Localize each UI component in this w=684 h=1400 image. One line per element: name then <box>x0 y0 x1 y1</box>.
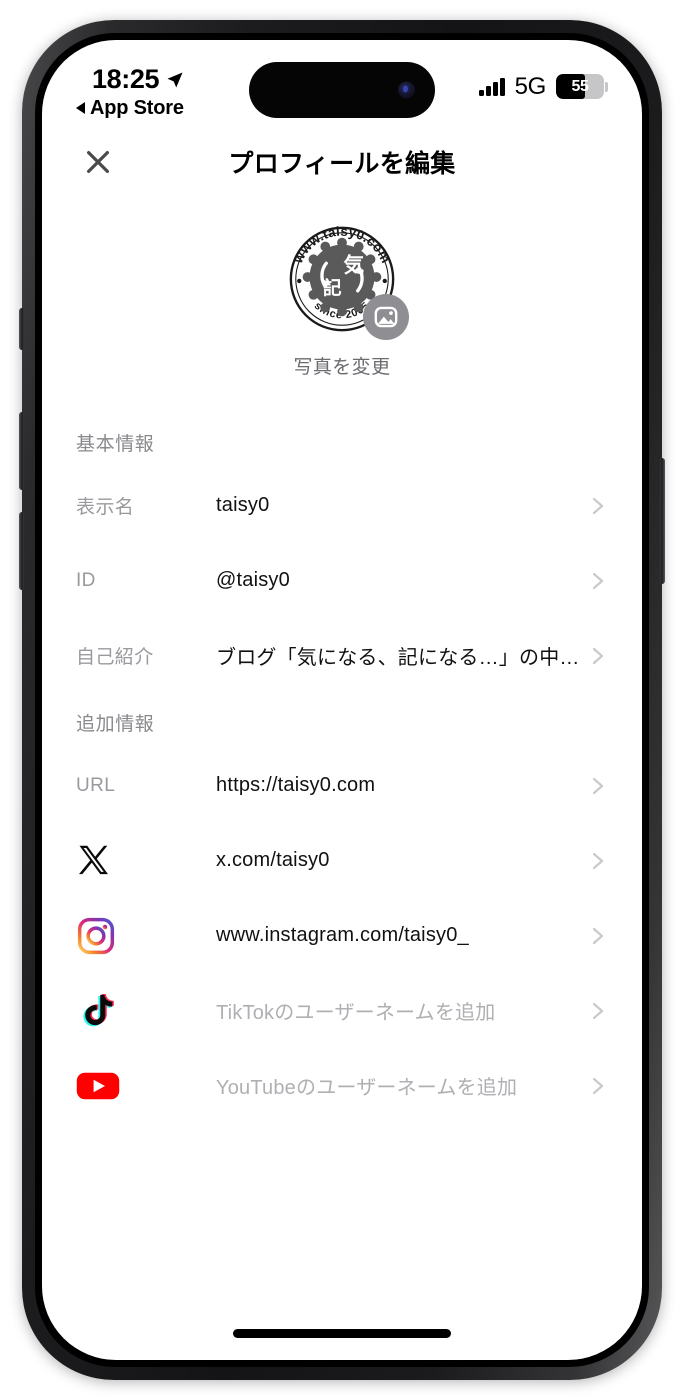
chevron-right-icon <box>584 494 608 518</box>
chevron-right-icon <box>584 774 608 798</box>
svg-text:気: 気 <box>343 253 364 277</box>
row-x-twitter[interactable]: x.com/taisy0 <box>76 823 608 898</box>
chevron-right-icon <box>584 999 608 1023</box>
section-heading-additional: 追加情報 <box>76 714 155 735</box>
row-value: TikTokのユーザーネームを追加 <box>216 1002 496 1024</box>
row-icon-slot <box>76 1070 216 1102</box>
row-user-id[interactable]: ID @taisy0 <box>76 543 608 618</box>
row-icon-slot <box>76 842 216 880</box>
close-x-icon <box>87 151 109 173</box>
row-url[interactable]: URL https://taisy0.com <box>76 748 608 823</box>
row-bio[interactable]: 自己紹介 ブログ「気になる、記になる…」の中の人 <box>76 618 608 693</box>
section-heading-basic: 基本情報 <box>76 434 155 455</box>
status-time-group: 18:25 <box>92 66 185 93</box>
row-value: @taisy0 <box>216 569 290 591</box>
row-icon-slot <box>76 991 216 1031</box>
avatar-section: www.taisy0.com since 2005 <box>42 220 642 379</box>
avatar-wrapper[interactable]: www.taisy0.com since 2005 <box>283 220 409 340</box>
photo-camera-icon <box>374 306 398 328</box>
location-arrow-icon <box>167 72 183 87</box>
screenshot-stage: 18:25 App Store 5G 55 プロフィールを編集 www.tais… <box>0 0 684 1400</box>
row-tiktok[interactable]: TikTokのユーザーネームを追加 <box>76 973 608 1048</box>
chevron-right-icon <box>584 924 608 948</box>
youtube-logo-icon <box>76 1072 120 1099</box>
battery-indicator: 55 <box>556 74 608 99</box>
battery-percent-label: 55 <box>571 77 589 95</box>
chevron-right-icon <box>584 569 608 593</box>
profile-form-list: 基本情報 表示名 taisy0 ID @taisy0 自己紹介 ブログ「気になる… <box>42 413 642 1123</box>
device-bezel: 18:25 App Store 5G 55 プロフィールを編集 www.tais… <box>35 33 649 1367</box>
row-label: ID <box>76 569 96 591</box>
change-photo-label[interactable]: 写真を変更 <box>293 352 390 379</box>
row-label: 自己紹介 <box>76 647 154 668</box>
chevron-right-icon <box>584 849 608 873</box>
change-photo-badge[interactable] <box>363 294 409 340</box>
dynamic-island[interactable] <box>249 62 435 118</box>
row-value: taisy0 <box>216 494 270 516</box>
row-display-name[interactable]: 表示名 taisy0 <box>76 468 608 543</box>
row-value: https://taisy0.com <box>216 774 376 796</box>
row-icon-slot <box>76 916 216 956</box>
home-indicator-bar[interactable] <box>233 1329 451 1338</box>
status-bar-left: 18:25 App Store <box>76 66 185 118</box>
row-value: ブログ「気になる、記になる…」の中の人 <box>216 647 584 669</box>
row-label: 表示名 <box>76 497 135 518</box>
chevron-right-icon <box>584 644 608 668</box>
back-triangle-icon <box>76 102 85 114</box>
back-app-label: App Store <box>90 97 184 119</box>
row-value: www.instagram.com/taisy0_ <box>216 924 469 946</box>
phone-screen: 18:25 App Store 5G 55 プロフィールを編集 www.tais… <box>42 40 642 1360</box>
battery-tip <box>605 81 608 92</box>
x-logo-icon <box>79 845 108 874</box>
volume-up-button[interactable] <box>19 412 24 490</box>
front-camera-icon <box>398 81 415 99</box>
status-bar-right: 5G 55 <box>479 66 608 99</box>
close-button[interactable] <box>76 140 120 184</box>
volume-down-button[interactable] <box>19 512 24 590</box>
instagram-logo-icon <box>77 917 115 954</box>
row-value: x.com/taisy0 <box>216 849 330 871</box>
action-button[interactable] <box>19 308 24 350</box>
battery-body: 55 <box>556 74 604 99</box>
iphone-device-frame: 18:25 App Store 5G 55 プロフィールを編集 www.tais… <box>19 20 665 1380</box>
row-youtube[interactable]: YouTubeのユーザーネームを追加 <box>76 1048 608 1123</box>
status-time: 18:25 <box>92 64 160 94</box>
chevron-right-icon <box>584 1074 608 1098</box>
page-title: プロフィールを編集 <box>228 150 456 178</box>
back-to-app-store-link[interactable]: App Store <box>76 98 184 118</box>
row-value: YouTubeのユーザーネームを追加 <box>216 1077 518 1099</box>
signal-bars-icon <box>479 77 505 96</box>
row-label: URL <box>76 774 116 796</box>
row-instagram[interactable]: www.instagram.com/taisy0_ <box>76 898 608 973</box>
tiktok-logo-icon <box>83 993 114 1026</box>
network-type-label: 5G <box>514 72 547 100</box>
svg-text:記: 記 <box>323 278 342 300</box>
power-button[interactable] <box>660 458 665 584</box>
navigation-bar: プロフィールを編集 <box>42 126 642 198</box>
